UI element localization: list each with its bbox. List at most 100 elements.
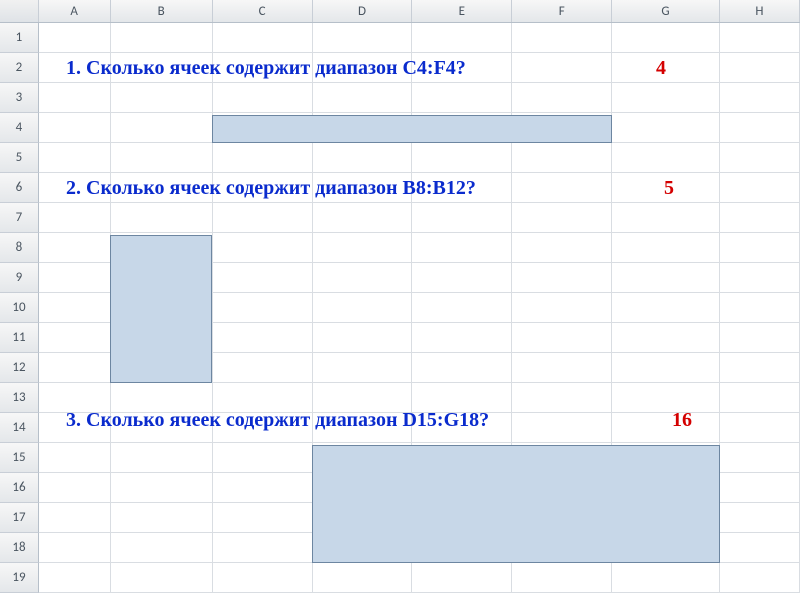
row-header[interactable]: 3 xyxy=(0,83,39,113)
column-header-G[interactable]: G xyxy=(612,0,720,22)
column-header-A[interactable]: A xyxy=(39,0,111,22)
row-header[interactable]: 13 xyxy=(0,383,39,413)
cell[interactable] xyxy=(39,503,111,533)
cell[interactable] xyxy=(213,473,313,503)
cell[interactable] xyxy=(111,473,213,503)
cell[interactable] xyxy=(412,233,512,263)
cell[interactable] xyxy=(612,53,720,83)
column-header-H[interactable]: H xyxy=(720,0,800,22)
row-header[interactable]: 5 xyxy=(0,143,39,173)
cell[interactable] xyxy=(111,143,213,173)
cell[interactable] xyxy=(612,83,720,113)
cell[interactable] xyxy=(720,443,800,473)
cell[interactable] xyxy=(213,353,313,383)
row-header[interactable]: 14 xyxy=(0,413,39,443)
cell[interactable] xyxy=(720,203,800,233)
cell[interactable] xyxy=(412,23,512,53)
row-header[interactable]: 15 xyxy=(0,443,39,473)
cell[interactable] xyxy=(213,563,313,593)
cell[interactable] xyxy=(111,503,213,533)
column-header-E[interactable]: E xyxy=(412,0,512,22)
cell[interactable] xyxy=(213,533,313,563)
cell[interactable] xyxy=(612,323,720,353)
cell[interactable] xyxy=(512,383,612,413)
cell[interactable] xyxy=(720,563,800,593)
cell[interactable] xyxy=(39,293,111,323)
cell[interactable] xyxy=(512,233,612,263)
cell[interactable] xyxy=(720,113,800,143)
column-header-D[interactable]: D xyxy=(313,0,413,22)
cell[interactable] xyxy=(720,533,800,563)
cell[interactable] xyxy=(39,143,111,173)
cell[interactable] xyxy=(213,233,313,263)
cell[interactable] xyxy=(39,203,111,233)
cell[interactable] xyxy=(720,323,800,353)
cell[interactable] xyxy=(313,143,413,173)
cell[interactable] xyxy=(512,353,612,383)
cell[interactable] xyxy=(720,83,800,113)
cell[interactable] xyxy=(612,353,720,383)
cell[interactable] xyxy=(313,23,413,53)
cell[interactable] xyxy=(412,263,512,293)
cell[interactable] xyxy=(612,263,720,293)
cell[interactable] xyxy=(512,563,612,593)
cell[interactable] xyxy=(313,83,413,113)
cell[interactable] xyxy=(720,353,800,383)
cell[interactable] xyxy=(512,53,612,83)
row-header[interactable]: 16 xyxy=(0,473,39,503)
cell[interactable] xyxy=(111,203,213,233)
row-header[interactable]: 4 xyxy=(0,113,39,143)
cell[interactable] xyxy=(720,173,800,203)
cell[interactable] xyxy=(213,83,313,113)
cell[interactable] xyxy=(512,83,612,113)
cell[interactable] xyxy=(213,503,313,533)
row-header[interactable]: 17 xyxy=(0,503,39,533)
cell[interactable] xyxy=(213,443,313,473)
row-header[interactable]: 12 xyxy=(0,353,39,383)
cell[interactable] xyxy=(313,233,413,263)
cell[interactable] xyxy=(720,383,800,413)
cell[interactable] xyxy=(612,203,720,233)
cell[interactable] xyxy=(412,563,512,593)
cell[interactable] xyxy=(39,533,111,563)
cell[interactable] xyxy=(720,53,800,83)
cell[interactable] xyxy=(612,383,720,413)
cell[interactable] xyxy=(512,203,612,233)
cell[interactable] xyxy=(720,413,800,443)
cell[interactable] xyxy=(512,143,612,173)
cell[interactable] xyxy=(111,83,213,113)
cell[interactable] xyxy=(720,293,800,323)
cell[interactable] xyxy=(39,83,111,113)
cell[interactable] xyxy=(720,473,800,503)
cell[interactable] xyxy=(412,323,512,353)
cell[interactable] xyxy=(313,263,413,293)
cell[interactable] xyxy=(213,293,313,323)
cell[interactable] xyxy=(512,263,612,293)
row-header[interactable]: 10 xyxy=(0,293,39,323)
row-header[interactable]: 18 xyxy=(0,533,39,563)
cell[interactable] xyxy=(612,143,720,173)
cell[interactable] xyxy=(412,143,512,173)
cell[interactable] xyxy=(39,263,111,293)
cell[interactable] xyxy=(213,263,313,293)
cell[interactable] xyxy=(512,413,612,443)
cell[interactable] xyxy=(39,113,111,143)
cell[interactable] xyxy=(512,173,612,203)
cell[interactable] xyxy=(612,413,720,443)
row-header[interactable]: 8 xyxy=(0,233,39,263)
row-header[interactable]: 11 xyxy=(0,323,39,353)
cell[interactable] xyxy=(111,533,213,563)
cell[interactable] xyxy=(313,563,413,593)
cell[interactable] xyxy=(720,143,800,173)
cell[interactable] xyxy=(512,293,612,323)
cell[interactable] xyxy=(213,23,313,53)
cell[interactable] xyxy=(39,323,111,353)
cell[interactable] xyxy=(111,23,213,53)
column-header-F[interactable]: F xyxy=(512,0,612,22)
cell[interactable] xyxy=(213,203,313,233)
cell[interactable] xyxy=(412,203,512,233)
cell[interactable] xyxy=(720,503,800,533)
cell[interactable] xyxy=(111,443,213,473)
cell[interactable] xyxy=(512,23,612,53)
row-header[interactable]: 7 xyxy=(0,203,39,233)
